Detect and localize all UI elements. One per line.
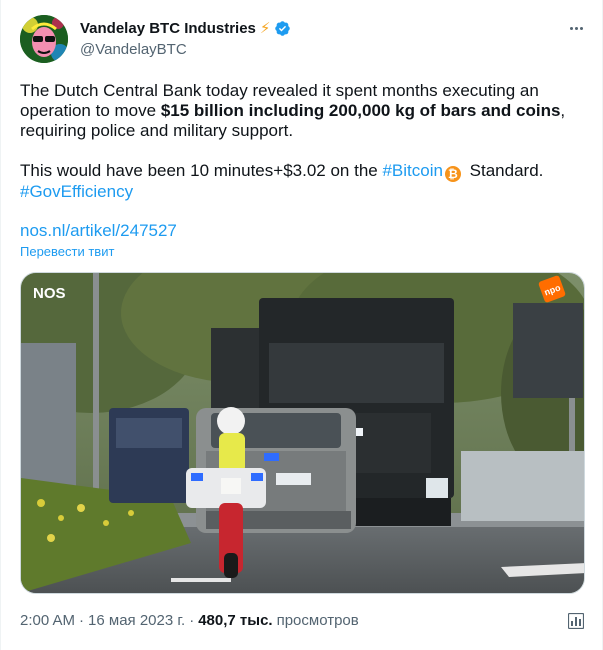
views-count: 480,7 тыс. xyxy=(198,612,273,629)
tweet-bold-text: $15 billion including 200,000 kg of bars… xyxy=(160,101,561,120)
video-frame: NOS npo xyxy=(21,273,584,593)
tweet-paragraph-1: The Dutch Central Bank today revealed it… xyxy=(20,81,585,141)
tweet-video[interactable]: NOS npo xyxy=(20,272,585,594)
author-handle[interactable]: @VandelayBTC xyxy=(80,41,187,58)
nos-logo-text: NOS xyxy=(33,285,66,302)
tweet-text: Standard. xyxy=(464,161,544,180)
bitcoin-icon: ₿ xyxy=(444,166,461,182)
tweet-card: Vandelay BTC Industries ⚡ @VandelayBTC T… xyxy=(0,0,603,650)
nos-logo: NOS xyxy=(33,285,66,302)
analytics-icon[interactable] xyxy=(568,613,584,629)
tweet-metadata: 2:00 AM · 16 мая 2023 г. · 480,7 тыс. пр… xyxy=(20,612,359,629)
tweet-date[interactable]: 16 мая 2023 г. xyxy=(88,612,185,629)
tweet-paragraph-link: nos.nl/artikel/247527 xyxy=(20,221,585,241)
lightning-icon: ⚡ xyxy=(259,20,271,37)
tweet-paragraph-2: This would have been 10 minutes+$3.02 on… xyxy=(20,161,585,202)
meta-separator: · xyxy=(79,612,85,629)
author-avatar[interactable] xyxy=(20,15,68,63)
hashtag-govefficiency[interactable]: #GovEfficiency xyxy=(20,182,133,201)
tweet-time[interactable]: 2:00 AM xyxy=(20,612,75,629)
tweet-text: This would have been 10 minutes+$3.02 on… xyxy=(20,161,383,180)
author-display-name[interactable]: Vandelay BTC Industries xyxy=(80,20,256,37)
translate-tweet-link[interactable]: Перевести твит xyxy=(20,244,114,259)
author-name-row: Vandelay BTC Industries ⚡ xyxy=(80,20,291,37)
meta-separator: · xyxy=(189,612,195,629)
hashtag-bitcoin[interactable]: #Bitcoin xyxy=(382,161,442,180)
more-horizontal-icon[interactable] xyxy=(565,20,587,36)
article-link[interactable]: nos.nl/artikel/247527 xyxy=(20,221,177,240)
verified-badge-icon[interactable] xyxy=(274,20,291,37)
views-label: просмотров xyxy=(276,612,359,629)
